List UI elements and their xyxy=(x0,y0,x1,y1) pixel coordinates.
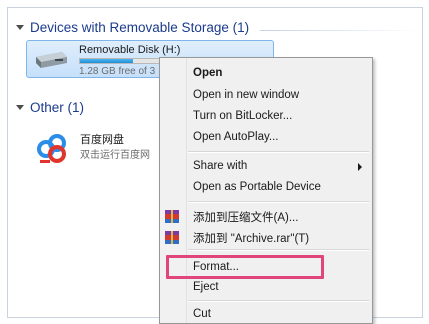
baidu-netdisk-icon[interactable] xyxy=(36,132,68,164)
devices-group-label: Devices with Removable Storage (1) xyxy=(30,20,250,35)
collapse-triangle-icon[interactable] xyxy=(16,25,24,30)
menu-item-share-with[interactable]: Share with xyxy=(193,160,247,172)
winrar-icon xyxy=(165,231,179,244)
menu-item-add-to-archive[interactable]: 添加到压缩文件(A)... xyxy=(193,209,298,225)
disk-usage-fill xyxy=(80,59,133,63)
submenu-arrow-icon xyxy=(358,163,362,171)
other-item-description: 双击运行百度网 xyxy=(80,150,150,161)
menu-icon-gutter xyxy=(160,58,187,323)
winrar-icon xyxy=(165,210,179,223)
usb-drive-icon xyxy=(36,52,67,68)
collapse-triangle-icon[interactable] xyxy=(16,105,24,110)
menu-item-open[interactable]: Open xyxy=(193,67,222,79)
menu-item-cut[interactable]: Cut xyxy=(193,308,211,320)
menu-item-turn-on-bitlocker[interactable]: Turn on BitLocker... xyxy=(193,110,292,122)
devices-group-header[interactable]: Devices with Removable Storage (1) xyxy=(16,20,249,35)
other-group-label: Other (1) xyxy=(30,100,85,115)
disk-name: Removable Disk (H:) xyxy=(79,44,181,56)
menu-item-add-to-archive-rar[interactable]: 添加到 "Archive.rar"(T) xyxy=(193,230,309,246)
menu-separator xyxy=(188,151,369,153)
menu-item-eject[interactable]: Eject xyxy=(193,281,219,293)
context-menu: Open Open in new window Turn on BitLocke… xyxy=(159,57,373,324)
menu-separator xyxy=(188,249,369,251)
menu-separator xyxy=(188,300,369,302)
other-group-header[interactable]: Other (1) xyxy=(16,100,84,115)
other-item-name[interactable]: 百度网盘 xyxy=(80,131,124,147)
menu-item-open-portable-device[interactable]: Open as Portable Device xyxy=(193,181,321,193)
format-highlight-box xyxy=(166,255,324,279)
menu-item-open-new-window[interactable]: Open in new window xyxy=(193,89,299,101)
menu-separator xyxy=(188,201,369,203)
group-divider xyxy=(260,30,420,31)
disk-free-space: 1.28 GB free of 3 xyxy=(79,66,156,77)
menu-item-open-autoplay[interactable]: Open AutoPlay... xyxy=(193,131,278,143)
